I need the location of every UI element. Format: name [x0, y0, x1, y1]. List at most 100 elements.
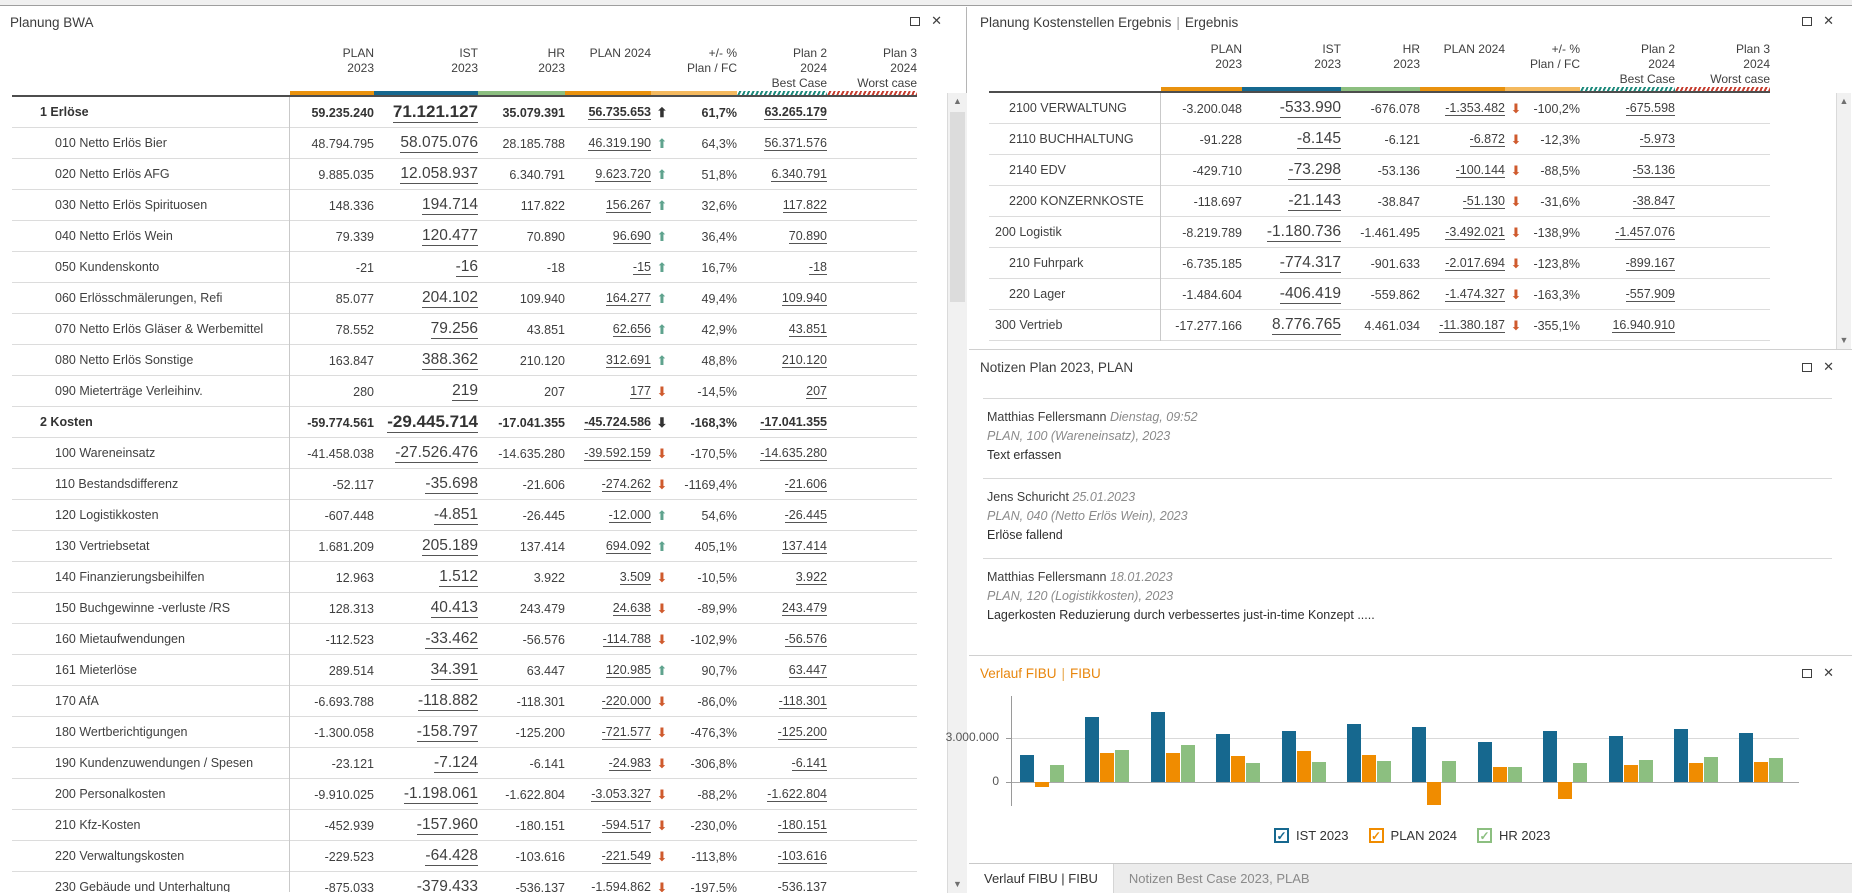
editable-value[interactable]: 3.922	[795, 570, 827, 586]
editable-value[interactable]: -8.145	[1297, 130, 1341, 149]
editable-value[interactable]: -7.124	[434, 754, 478, 773]
editable-value[interactable]: -125.200	[777, 725, 827, 741]
row-label[interactable]: 150 Buchgewinne -verluste /RS	[12, 593, 290, 624]
table-row[interactable]: 020 Netto Erlös AFG 9.885.035 12.058.937 6.…	[12, 159, 917, 190]
bar-plan-2024[interactable]	[1035, 782, 1049, 788]
editable-value[interactable]: 79.256	[430, 320, 478, 339]
editable-value[interactable]: 164.277	[605, 291, 651, 307]
table-row[interactable]: 170 AfA -6.693.788 -118.882 -118.301 -220.00…	[12, 686, 917, 717]
row-label[interactable]: 300 Vertrieb	[989, 310, 1161, 341]
editable-value[interactable]: 63.447	[788, 663, 827, 679]
editable-value[interactable]: -6.141	[791, 756, 827, 772]
bar-ist-2023[interactable]	[1085, 716, 1100, 782]
editable-value[interactable]: 156.267	[605, 198, 651, 214]
bar-ist-2023[interactable]	[1281, 730, 1296, 782]
editable-value[interactable]: -15	[632, 260, 651, 276]
bar-ist-2023[interactable]	[1674, 729, 1688, 782]
row-label[interactable]: 2140 EDV	[989, 155, 1161, 186]
editable-value[interactable]: 205.189	[421, 537, 478, 556]
table-row[interactable]: 210 Kfz-Kosten -452.939 -157.960 -180.151 -5…	[12, 810, 917, 841]
bar-hr-2023[interactable]	[1769, 757, 1784, 782]
tab-notizen-best-case[interactable]: Notizen Best Case 2023, PLAB	[1114, 864, 1325, 893]
close-icon[interactable]: ✕	[1823, 14, 1834, 27]
editable-value[interactable]: -533.990	[1279, 99, 1341, 118]
editable-value[interactable]: -14.635.280	[760, 446, 827, 462]
row-label[interactable]: 020 Netto Erlös AFG	[12, 159, 290, 190]
table-row[interactable]: 090 Mieterträge Verleihinv. 280 219 207 177 ⬇…	[12, 376, 917, 407]
editable-value[interactable]: -774.317	[1279, 254, 1341, 273]
editable-value[interactable]: -157.960	[416, 816, 478, 835]
row-label[interactable]: 110 Bestandsdifferenz	[12, 469, 290, 500]
editable-value[interactable]: -114.788	[602, 632, 651, 648]
editable-value[interactable]: -1.457.076	[1615, 225, 1675, 241]
editable-value[interactable]: -721.577	[601, 725, 651, 741]
table-row[interactable]: 1 Erlöse 59.235.240 71.121.127 35.079.391 56…	[12, 97, 917, 128]
bar-ist-2023[interactable]	[1477, 742, 1492, 782]
editable-value[interactable]: -3.053.327	[591, 787, 651, 803]
table-row[interactable]: 300 Vertrieb -17.277.166 8.776.765 4.461.03…	[989, 310, 1770, 341]
table-row[interactable]: 120 Logistikkosten -607.448 -4.851 -26.445 -…	[12, 500, 917, 531]
editable-value[interactable]: -1.180.736	[1266, 223, 1341, 242]
row-label[interactable]: 220 Lager	[989, 279, 1161, 310]
editable-value[interactable]: -675.598	[1625, 101, 1675, 117]
bar-ist-2023[interactable]	[1412, 727, 1427, 782]
row-label[interactable]: 190 Kundenzuwendungen / Spesen	[12, 748, 290, 779]
table-row[interactable]: 030 Netto Erlös Spirituosen 148.336 194.71…	[12, 190, 917, 221]
maximize-icon[interactable]	[1802, 668, 1813, 678]
note-item[interactable]: Matthias Fellersmann 18.01.2023 PLAN, 120…	[983, 558, 1832, 638]
table-row[interactable]: 140 Finanzierungsbeihilfen 12.963 1.512 3.9…	[12, 562, 917, 593]
table-row[interactable]: 080 Netto Erlös Sonstige 163.847 388.362 21…	[12, 345, 917, 376]
table-row[interactable]: 161 Mieterlöse 289.514 34.391 63.447 120.985…	[12, 655, 917, 686]
row-label[interactable]: 161 Mieterlöse	[12, 655, 290, 686]
table-row[interactable]: 2140 EDV -429.710 -73.298 -53.136 -100.144 ⬇ -…	[989, 155, 1770, 186]
table-row[interactable]: 220 Lager -1.484.604 -406.419 -559.862 -1.47…	[989, 279, 1770, 310]
editable-value[interactable]: -45.724.586	[584, 415, 651, 431]
bar-hr-2023[interactable]	[1180, 744, 1195, 782]
editable-value[interactable]: -1.198.061	[403, 785, 478, 804]
editable-value[interactable]: -56.576	[784, 632, 827, 648]
editable-value[interactable]: 694.092	[605, 539, 651, 555]
note-item[interactable]: Jens Schuricht 25.01.2023 PLAN, 040 (Nett…	[983, 478, 1832, 558]
editable-value[interactable]: 204.102	[421, 289, 478, 308]
row-label[interactable]: 170 AfA	[12, 686, 290, 717]
table-row[interactable]: 040 Netto Erlös Wein 79.339 120.477 70.890 9…	[12, 221, 917, 252]
editable-value[interactable]: 56.371.576	[764, 136, 827, 152]
table-row[interactable]: 070 Netto Erlös Gläser & Werbemittel 78.5…	[12, 314, 917, 345]
editable-value[interactable]: 388.362	[421, 351, 478, 370]
maximize-icon[interactable]	[1802, 16, 1813, 26]
close-icon[interactable]: ✕	[1823, 666, 1834, 679]
scroll-down-icon[interactable]: ▼	[948, 876, 967, 893]
maximize-icon[interactable]	[1802, 362, 1813, 372]
bar-plan-2024[interactable]	[1558, 782, 1573, 799]
editable-value[interactable]: -2.017.694	[1445, 256, 1505, 272]
editable-value[interactable]: 210.120	[781, 353, 827, 369]
editable-value[interactable]: 56.735.653	[588, 105, 651, 121]
editable-value[interactable]: 24.638	[612, 601, 651, 617]
editable-value[interactable]: 43.851	[788, 322, 827, 338]
row-label[interactable]: 230 Gebäude und Unterhaltung	[12, 872, 290, 892]
table-row[interactable]: 100 Wareneinsatz -41.458.038 -27.526.476 -1…	[12, 438, 917, 469]
editable-value[interactable]: 46.319.190	[588, 136, 651, 152]
note-item[interactable]: Matthias Fellersmann Dienstag, 09:52 PLAN…	[983, 398, 1832, 478]
table-row[interactable]: 210 Fuhrpark -6.735.185 -774.317 -901.633 -2…	[989, 248, 1770, 279]
bar-plan-2024[interactable]	[1100, 752, 1115, 782]
bar-ist-2023[interactable]	[1020, 754, 1034, 782]
row-label[interactable]: 200 Personalkosten	[12, 779, 290, 810]
row-label[interactable]: 2100 VERWALTUNG	[989, 93, 1161, 124]
table-row[interactable]: 110 Bestandsdifferenz -52.117 -35.698 -21.6…	[12, 469, 917, 500]
table-row[interactable]: 2200 KONZERNKOSTE -118.697 -21.143 -38.847 -…	[989, 186, 1770, 217]
editable-value[interactable]: -221.549	[601, 849, 651, 865]
editable-value[interactable]: 12.058.937	[400, 165, 478, 184]
scroll-up-icon[interactable]: ▲	[948, 93, 967, 110]
scroll-up-icon[interactable]: ▲	[1837, 93, 1851, 110]
row-label[interactable]: 100 Wareneinsatz	[12, 438, 290, 469]
row-label[interactable]: 210 Fuhrpark	[989, 248, 1161, 279]
editable-value[interactable]: -1.622.804	[767, 787, 827, 803]
bar-plan-2024[interactable]	[1754, 762, 1769, 782]
editable-value[interactable]: -33.462	[425, 630, 478, 649]
editable-value[interactable]: -26.445	[784, 508, 827, 524]
editable-value[interactable]: 109.940	[781, 291, 827, 307]
editable-value[interactable]: -53.136	[1632, 163, 1675, 179]
editable-value[interactable]: -21.143	[1288, 192, 1341, 211]
editable-value[interactable]: 312.691	[605, 353, 651, 369]
